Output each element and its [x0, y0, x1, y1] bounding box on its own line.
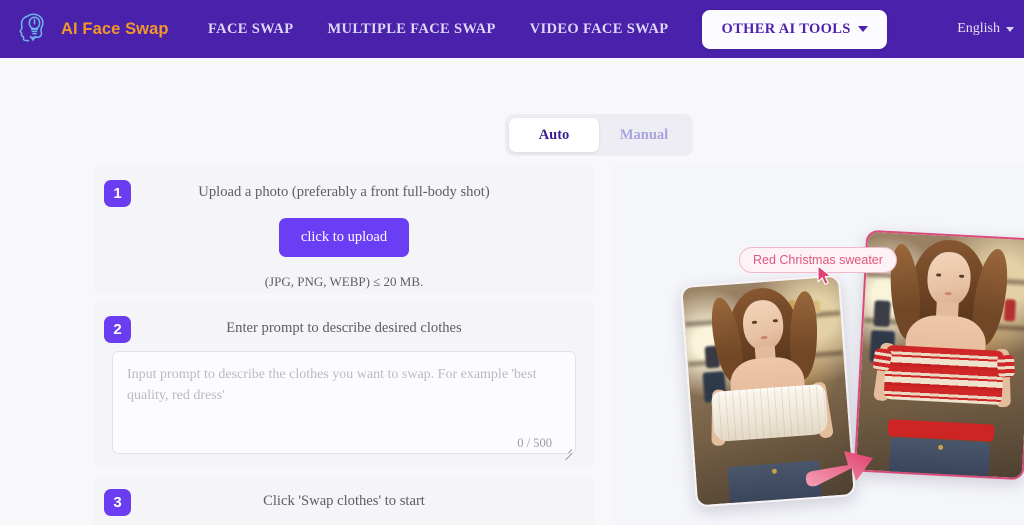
step-3-card: 3 Click 'Swap clothes' to start Swap clo…: [94, 475, 594, 525]
nav-multiple-face-swap[interactable]: MULTIPLE FACE SWAP: [327, 15, 495, 44]
step-2-card: 2 Enter prompt to describe desired cloth…: [94, 302, 594, 467]
step-1-badge: 1: [104, 180, 131, 207]
nav-face-swap[interactable]: FACE SWAP: [208, 15, 293, 44]
nav-other-ai-tools[interactable]: OTHER AI TOOLS: [702, 9, 887, 49]
click-to-upload-button[interactable]: click to upload: [278, 218, 410, 257]
brain-lightbulb-icon: [16, 10, 54, 48]
language-selector[interactable]: English: [957, 21, 1014, 37]
steps-column: 1 Upload a photo (preferably a front ful…: [94, 166, 594, 525]
site-header: AI Face Swap FACE SWAP MULTIPLE FACE SWA…: [0, 0, 1024, 58]
page-body: Auto Manual 1 Upload a photo (preferably…: [0, 58, 1024, 525]
step-2-badge: 2: [104, 316, 131, 343]
cursor-pointer-icon: [816, 265, 834, 292]
step-2-title: Enter prompt to describe desired clothes: [226, 320, 462, 336]
nav-other-ai-tools-label: OTHER AI TOOLS: [721, 20, 851, 37]
resize-handle-icon[interactable]: [561, 445, 573, 461]
step-3-badge: 3: [104, 489, 131, 516]
logo[interactable]: AI Face Swap: [16, 10, 169, 48]
step-1-title: Upload a photo (preferably a front full-…: [198, 184, 490, 200]
logo-text: AI Face Swap: [61, 19, 169, 38]
step-1-card: 1 Upload a photo (preferably a front ful…: [94, 166, 594, 294]
step-3-title: Click 'Swap clothes' to start: [263, 493, 425, 509]
prompt-input[interactable]: [112, 351, 576, 454]
language-label: English: [957, 21, 1000, 36]
chevron-down-icon: [857, 26, 868, 32]
tab-auto[interactable]: Auto: [509, 118, 599, 152]
mode-tabs: Auto Manual: [505, 114, 693, 156]
preview-panel: Red Christmas sweater: [610, 166, 1024, 525]
nav-video-face-swap[interactable]: VIDEO FACE SWAP: [530, 15, 669, 44]
chevron-down-icon: [1006, 26, 1014, 32]
tab-manual[interactable]: Manual: [599, 118, 689, 152]
transform-arrow-icon: [804, 438, 876, 499]
upload-format-hint: (JPG, PNG, WEBP) ≤ 20 MB.: [264, 274, 424, 289]
character-counter: 0 / 500: [517, 436, 552, 450]
main-nav: FACE SWAP MULTIPLE FACE SWAP VIDEO FACE …: [208, 9, 887, 49]
prompt-field-wrapper: 0 / 500: [112, 351, 576, 461]
